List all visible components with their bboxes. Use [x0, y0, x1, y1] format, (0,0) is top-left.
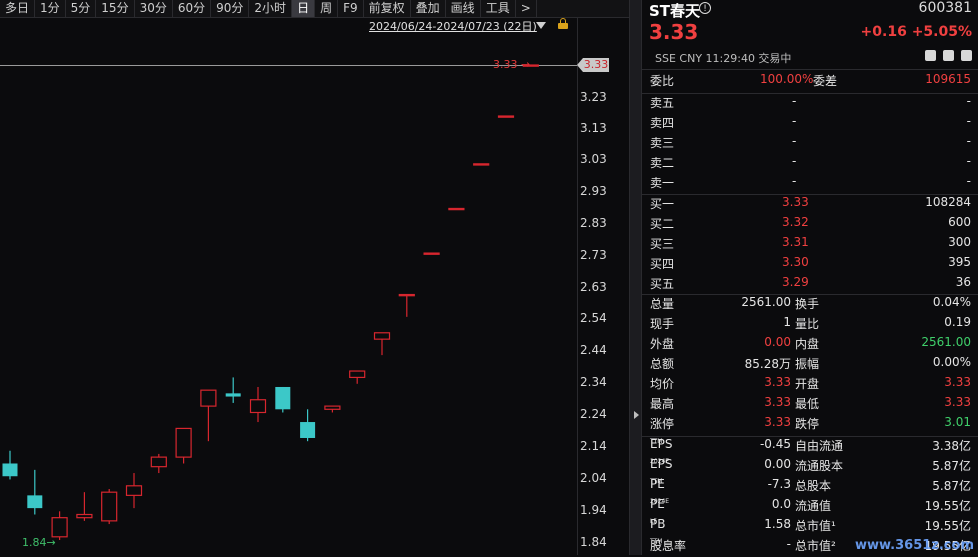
weibi-row: 委比 100.00% 委差 109615: [650, 72, 971, 88]
y-tick-label: 2.73: [580, 248, 607, 262]
candle-body: [324, 405, 341, 410]
candle-body: [249, 399, 267, 414]
edit-icon[interactable]: [925, 50, 936, 61]
y-tick-label: 2.24: [580, 407, 607, 421]
y-tick-label: 3.13: [580, 121, 607, 135]
candle-body: [225, 393, 241, 397]
candle-body: [448, 207, 465, 211]
y-tick-label: 2.93: [580, 184, 607, 198]
info-icon[interactable]: !: [699, 2, 711, 14]
y-tick-label: 1.94: [580, 503, 607, 517]
panel-toggle[interactable]: [629, 0, 642, 555]
y-tick-label: 2.54: [580, 311, 607, 325]
ask-row: 卖五 - -: [650, 94, 971, 110]
fundamental-row: PE TTM -7.3 总股本 5.87亿: [650, 477, 971, 493]
candle-body: [497, 115, 515, 118]
stat-row: 现手 1 量比 0.19: [650, 315, 971, 331]
menu-icon[interactable]: [961, 50, 972, 61]
ask-row: 卖一 - -: [650, 174, 971, 190]
candle-body: [125, 485, 143, 496]
stock-code: 600381: [918, 0, 972, 16]
exchange-meta: SSE CNY 11:29:40 交易中: [655, 52, 792, 65]
candle-body: [76, 513, 93, 519]
candle-body: [2, 463, 18, 477]
candlestick-chart[interactable]: [0, 0, 577, 555]
y-tick-label: 3.23: [580, 90, 607, 104]
candle-body: [373, 332, 391, 340]
candle-body: [423, 252, 440, 255]
chevron-right-icon[interactable]: [634, 411, 639, 419]
kline-panel: 多日 1分 5分 15分 30分 60分 90分 2小时日周 F9 前复权 叠加 画线 工具 > 2024…: [0, 0, 629, 555]
bid-row: 买一 3.33 108284: [650, 195, 971, 211]
price-change: +0.16 +5.05%: [860, 24, 972, 40]
bid-row: 买二 3.32 600: [650, 215, 971, 231]
divider: [642, 69, 978, 70]
y-tick-label: 3.03: [580, 152, 607, 166]
y-tick-label: 1.84: [580, 535, 607, 549]
candle-body: [101, 491, 118, 522]
fundamental-row: EPS 2024E 0.00 流通股本 5.87亿: [650, 457, 971, 473]
fundamental-row: EPS TTM -0.45 自由流通 3.38亿: [650, 437, 971, 453]
y-tick-label: 2.14: [580, 439, 607, 453]
candle-body: [398, 293, 415, 297]
bid-row: 买四 3.30 395: [650, 255, 971, 271]
y-tick-label: 2.83: [580, 216, 607, 230]
y-tick-label: 2.04: [580, 471, 607, 485]
notes-icon[interactable]: [943, 50, 954, 61]
watermark: www.3651z.com: [854, 538, 974, 553]
fundamental-row: PE 2024E 0.0 流通值 19.55亿: [650, 497, 971, 513]
last-price: 3.33: [649, 20, 699, 44]
candle-body: [473, 163, 490, 166]
y-tick-label: 2.44: [580, 343, 607, 357]
candle-body: [349, 370, 366, 379]
y-tick-label: 2.34: [580, 375, 607, 389]
stat-row: 总额 85.28万 振幅 0.00%: [650, 355, 971, 371]
ask-row: 卖二 - -: [650, 154, 971, 170]
stat-row: 涨停 3.33 跌停 3.01: [650, 415, 971, 431]
candle-body: [150, 456, 167, 468]
bid-row: 买五 3.29 36: [650, 275, 971, 291]
ask-row: 卖三 - -: [650, 134, 971, 150]
candle-body: [300, 422, 316, 438]
quote-panel: ST春天 ! 600381 3.33 +0.16 +5.05% SSE CNY …: [642, 0, 978, 555]
stat-row: 均价 3.33 开盘 3.33: [650, 375, 971, 391]
candle-body: [27, 495, 43, 509]
bid-row: 买三 3.31 300: [650, 235, 971, 251]
candle-body: [175, 427, 192, 458]
y-tick-label: 2.63: [580, 280, 607, 294]
candle-body: [51, 517, 68, 538]
stat-row: 外盘 0.00 内盘 2561.00: [650, 335, 971, 351]
candle-body: [200, 389, 217, 407]
price-axis-line: [577, 17, 578, 555]
fundamental-row: PB LF 1.58 总市值¹ 19.55亿: [650, 517, 971, 533]
candle-body: [522, 64, 539, 67]
stock-name: ST春天: [649, 2, 701, 20]
candle-body: [275, 386, 291, 410]
stat-row: 最高 3.33 最低 3.33: [650, 395, 971, 411]
current-price-tag: 3.33: [577, 58, 609, 72]
stat-row: 总量 2561.00 换手 0.04%: [650, 295, 971, 311]
ask-row: 卖四 - -: [650, 114, 971, 130]
